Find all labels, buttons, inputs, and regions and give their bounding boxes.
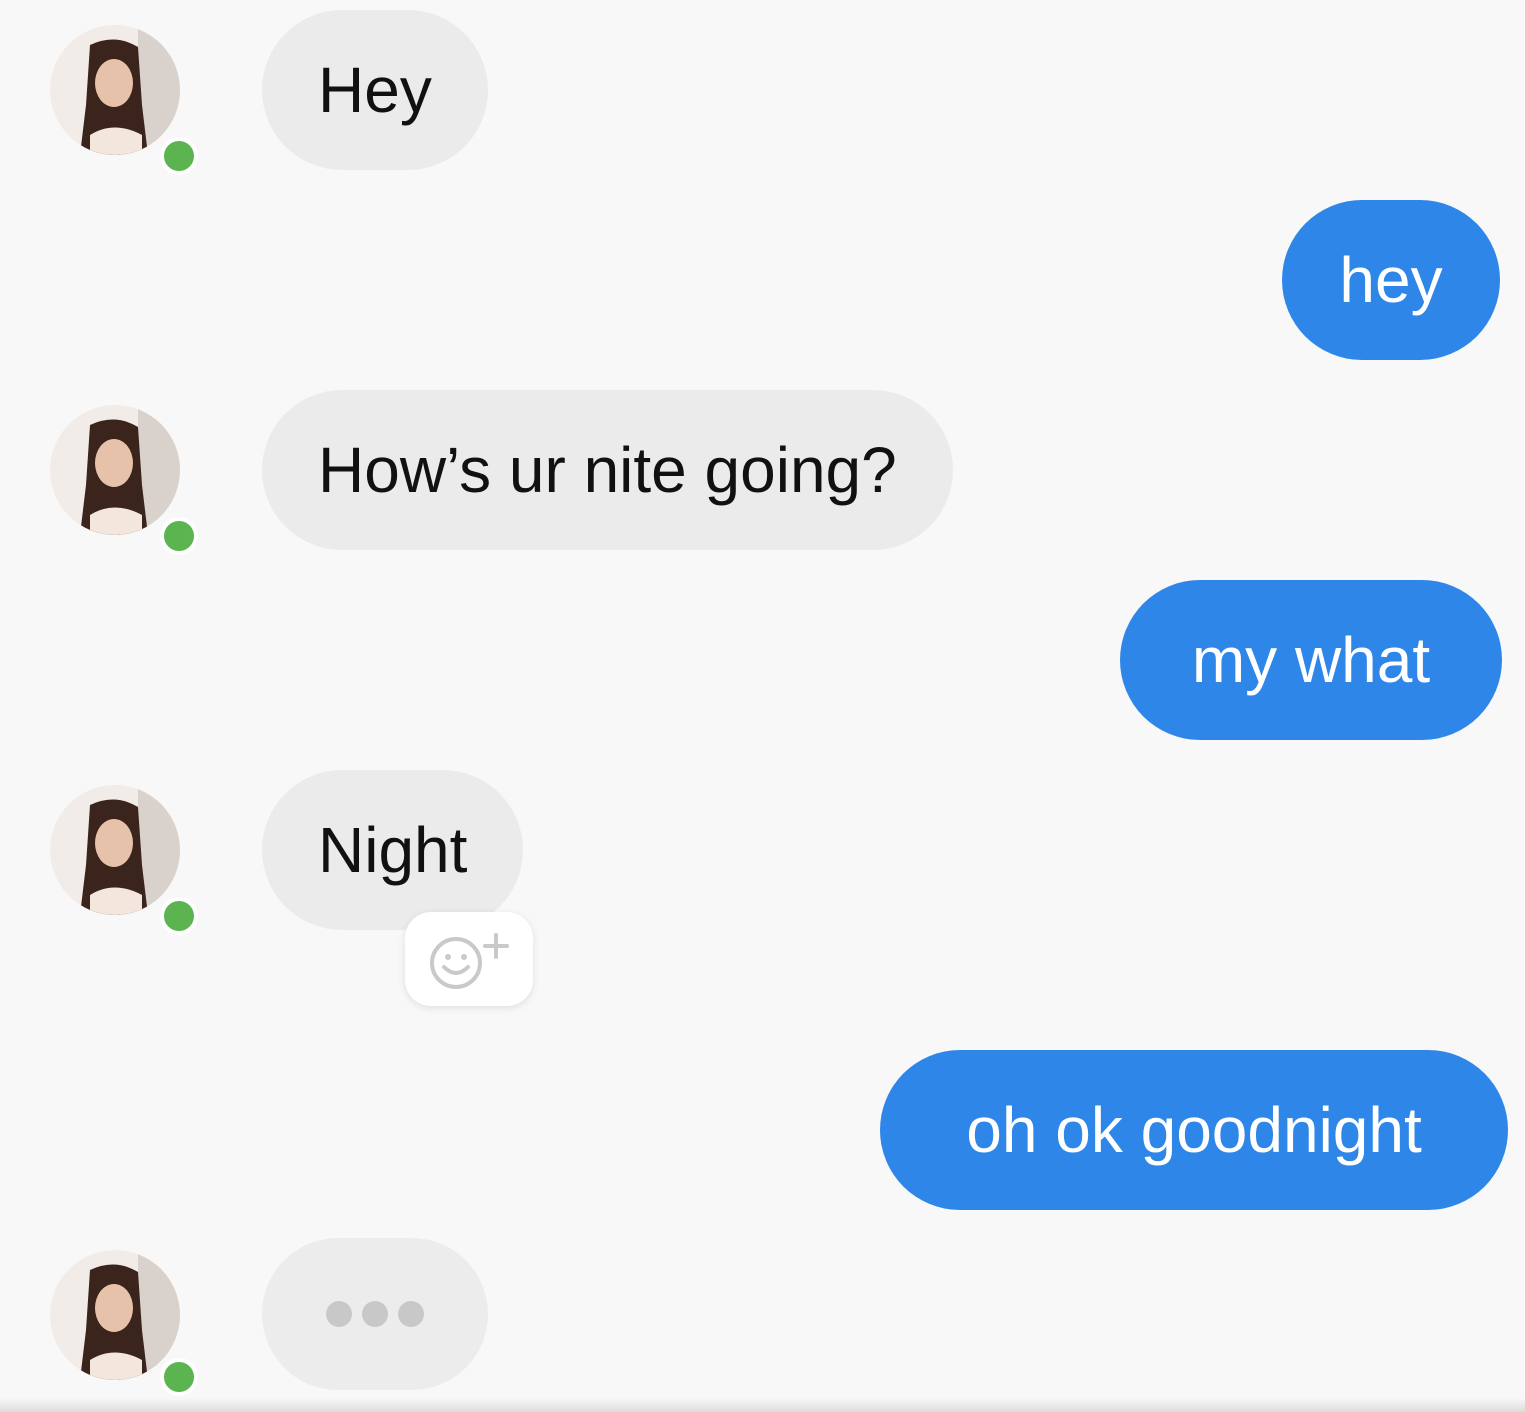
avatar-photo — [50, 1250, 180, 1380]
message-bubble-outgoing[interactable]: hey — [1282, 200, 1500, 360]
avatar-photo — [50, 405, 180, 535]
avatar-photo — [50, 25, 180, 155]
message-text: hey — [1339, 244, 1443, 316]
message-bubble-outgoing[interactable]: oh ok goodnight — [880, 1050, 1508, 1210]
message-text: oh ok goodnight — [966, 1094, 1422, 1166]
typing-dot — [326, 1301, 352, 1327]
message-text: my what — [1191, 624, 1431, 696]
online-status-dot — [160, 517, 198, 555]
typing-indicator-bubble — [262, 1238, 488, 1390]
message-bubble-incoming[interactable]: Hey — [262, 10, 488, 170]
bottom-edge — [0, 1398, 1525, 1412]
contact-avatar[interactable] — [50, 1250, 198, 1396]
add-reaction-button[interactable] — [405, 912, 533, 1006]
contact-avatar[interactable] — [50, 25, 198, 175]
online-status-dot — [160, 897, 198, 935]
online-status-dot — [160, 1358, 198, 1396]
chat-thread: Hey hey How’s ur nite going? my what Nig… — [0, 0, 1525, 1412]
typing-dot — [362, 1301, 388, 1327]
message-bubble-incoming[interactable]: Night — [262, 770, 524, 930]
avatar-photo — [50, 785, 180, 915]
message-bubble-incoming[interactable]: How’s ur nite going? — [262, 390, 953, 550]
online-status-dot — [160, 137, 198, 175]
message-bubble-outgoing[interactable]: my what — [1120, 580, 1502, 740]
typing-dot — [398, 1301, 424, 1327]
contact-avatar[interactable] — [50, 785, 198, 935]
contact-avatar[interactable] — [50, 405, 198, 555]
message-text: Night — [318, 814, 468, 886]
message-text: How’s ur nite going? — [318, 434, 897, 506]
message-text: Hey — [318, 54, 432, 126]
add-reaction-icon — [430, 933, 509, 989]
